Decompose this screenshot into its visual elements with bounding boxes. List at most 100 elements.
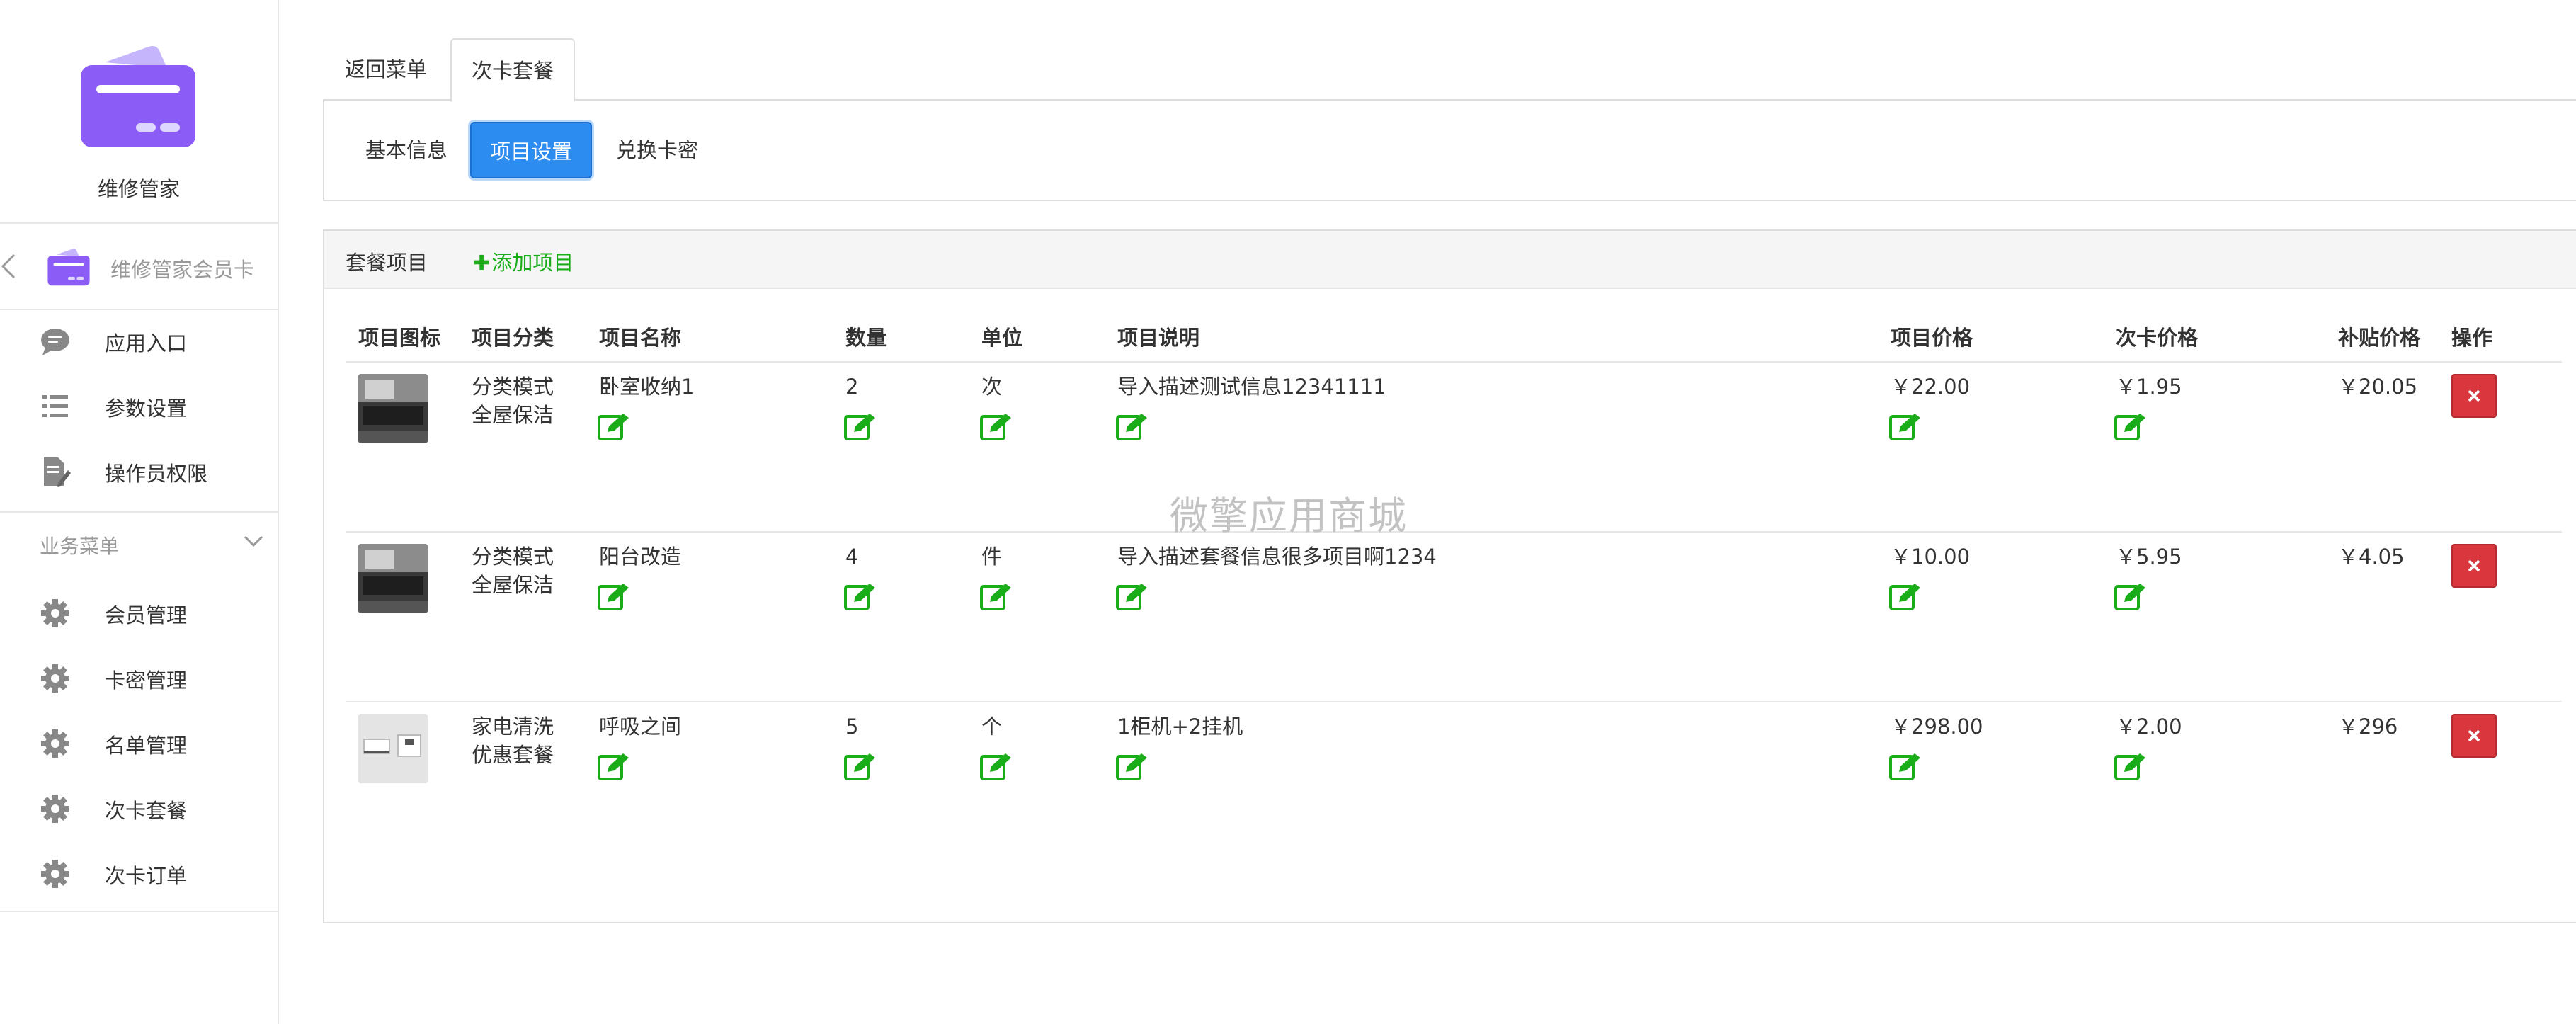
item-thumbnail xyxy=(358,714,428,783)
back-to-app-button[interactable]: 维修管家会员卡 xyxy=(0,224,278,309)
edit-unit-icon[interactable] xyxy=(980,752,1013,780)
item-quantity: 5 xyxy=(845,715,859,739)
sidebar-item-punch-card-packages[interactable]: 次卡套餐 xyxy=(0,778,278,840)
item-price: ￥22.00 xyxy=(1891,375,1971,399)
item-thumbnail xyxy=(358,544,428,613)
item-unit: 次 xyxy=(981,375,1003,399)
category-line-1: 分类模式 xyxy=(472,375,554,399)
delete-button[interactable] xyxy=(2451,374,2497,418)
edit-card-price-icon[interactable] xyxy=(2114,582,2147,610)
category-line-2: 全屋保洁 xyxy=(472,573,554,597)
item-description: 导入描述套餐信息很多项目啊1234 xyxy=(1117,545,1437,569)
document-edit-icon xyxy=(44,457,71,487)
column-header-category: 项目分类 xyxy=(472,326,554,350)
row-divider xyxy=(346,531,2562,533)
package-items-panel: 套餐项目 ✚添加项目 项目图标 项目分类 项目名称 数量 单位 项目说明 项目价… xyxy=(323,229,2576,923)
sub-tabs-panel: 基本信息 项目设置 兑换卡密 xyxy=(323,99,2576,201)
category-line-2: 全屋保洁 xyxy=(472,403,554,427)
app-logo xyxy=(81,46,195,147)
column-header-name: 项目名称 xyxy=(599,326,682,350)
sidebar-item-label: 卡密管理 xyxy=(105,669,188,693)
sidebar-item-card-secret-management[interactable]: 卡密管理 xyxy=(0,647,278,710)
edit-price-icon[interactable] xyxy=(1889,412,1922,440)
item-name: 卧室收纳1 xyxy=(599,375,695,399)
add-item-button[interactable]: ✚添加项目 xyxy=(473,246,574,276)
tab-basic-info[interactable]: 基本信息 xyxy=(365,122,448,178)
watermark: 微擎应用商城 xyxy=(1170,494,1408,538)
panel-header: 套餐项目 ✚添加项目 xyxy=(324,231,2576,289)
edit-quantity-icon[interactable] xyxy=(844,412,877,440)
item-unit: 件 xyxy=(981,545,1003,569)
table-header-divider xyxy=(346,361,2562,363)
item-price: ￥298.00 xyxy=(1891,715,1983,739)
back-label: 维修管家会员卡 xyxy=(110,258,255,282)
column-header-price: 项目价格 xyxy=(1891,326,1973,350)
sidebar-item-params[interactable]: 参数设置 xyxy=(0,375,278,438)
panel-title: 套餐项目 xyxy=(346,251,428,275)
sidebar-item-operator-permissions[interactable]: 操作员权限 xyxy=(0,440,278,503)
sidebar-item-label: 参数设置 xyxy=(105,397,188,421)
delete-button[interactable] xyxy=(2451,544,2497,588)
item-description: 1柜机+2挂机 xyxy=(1117,715,1243,739)
edit-description-icon[interactable] xyxy=(1116,412,1149,440)
category-line-1: 家电清洗 xyxy=(472,715,554,739)
column-header-subsidy: 补贴价格 xyxy=(2338,326,2421,350)
edit-name-icon[interactable] xyxy=(598,412,630,440)
sidebar-item-member-management[interactable]: 会员管理 xyxy=(0,582,278,644)
item-name: 阳台改造 xyxy=(599,545,682,569)
column-header-card-price: 次卡价格 xyxy=(2116,326,2199,350)
add-item-label: 添加项目 xyxy=(491,251,574,275)
edit-card-price-icon[interactable] xyxy=(2114,412,2147,440)
item-price: ￥10.00 xyxy=(1891,545,1971,569)
sidebar-item-punch-card-orders[interactable]: 次卡订单 xyxy=(0,843,278,905)
delete-button[interactable] xyxy=(2451,714,2497,758)
item-quantity: 2 xyxy=(845,375,859,399)
sidebar-item-list-management[interactable]: 名单管理 xyxy=(0,712,278,775)
list-icon xyxy=(42,395,68,417)
subsidy-price: ￥20.05 xyxy=(2338,375,2418,399)
app-mini-logo xyxy=(47,249,90,286)
item-description: 导入描述测试信息12341111 xyxy=(1117,375,1386,399)
tab-back-to-menu[interactable]: 返回菜单 xyxy=(323,38,449,101)
edit-name-icon[interactable] xyxy=(598,582,630,610)
chat-bubble-icon xyxy=(41,329,69,355)
chevron-left-icon xyxy=(1,254,16,279)
edit-description-icon[interactable] xyxy=(1116,752,1149,780)
edit-unit-icon[interactable] xyxy=(980,582,1013,610)
gear-icon xyxy=(41,664,69,693)
close-icon xyxy=(2468,389,2480,402)
app-name: 维修管家 xyxy=(97,177,180,201)
column-header-unit: 单位 xyxy=(981,326,1023,350)
sidebar-item-label: 名单管理 xyxy=(105,734,188,758)
edit-unit-icon[interactable] xyxy=(980,412,1013,440)
tab-item-settings[interactable]: 项目设置 xyxy=(470,122,592,178)
tab-redeem-card-secret[interactable]: 兑换卡密 xyxy=(616,122,698,178)
category-line-2: 优惠套餐 xyxy=(472,743,554,767)
edit-description-icon[interactable] xyxy=(1116,582,1149,610)
card-price: ￥2.00 xyxy=(2116,715,2182,739)
subsidy-price: ￥296 xyxy=(2338,715,2398,739)
edit-price-icon[interactable] xyxy=(1889,582,1922,610)
sidebar-item-app-entry[interactable]: 应用入口 xyxy=(0,310,278,372)
edit-name-icon[interactable] xyxy=(598,752,630,780)
edit-price-icon[interactable] xyxy=(1889,752,1922,780)
sidebar: 维修管家 维修管家会员卡 应用入口 参数设置 操作员权限 业务菜单 会员管理 卡… xyxy=(0,0,279,1024)
card-price: ￥1.95 xyxy=(2116,375,2182,399)
section-business-menu[interactable]: 业务菜单 xyxy=(0,513,278,576)
app-header: 维修管家 xyxy=(0,0,278,222)
item-name: 呼吸之间 xyxy=(599,715,682,739)
row-divider xyxy=(346,701,2562,702)
sidebar-item-label: 次卡套餐 xyxy=(105,799,188,823)
item-quantity: 4 xyxy=(845,545,859,569)
tab-punch-card-package[interactable]: 次卡套餐 xyxy=(450,38,575,102)
edit-quantity-icon[interactable] xyxy=(844,582,877,610)
edit-card-price-icon[interactable] xyxy=(2114,752,2147,780)
gear-icon xyxy=(41,795,69,823)
close-icon xyxy=(2468,729,2480,742)
gear-icon xyxy=(41,599,69,627)
edit-quantity-icon[interactable] xyxy=(844,752,877,780)
section-label: 业务菜单 xyxy=(40,535,120,558)
column-header-quantity: 数量 xyxy=(845,326,887,350)
item-thumbnail xyxy=(358,374,428,443)
sidebar-item-label: 应用入口 xyxy=(105,331,188,355)
